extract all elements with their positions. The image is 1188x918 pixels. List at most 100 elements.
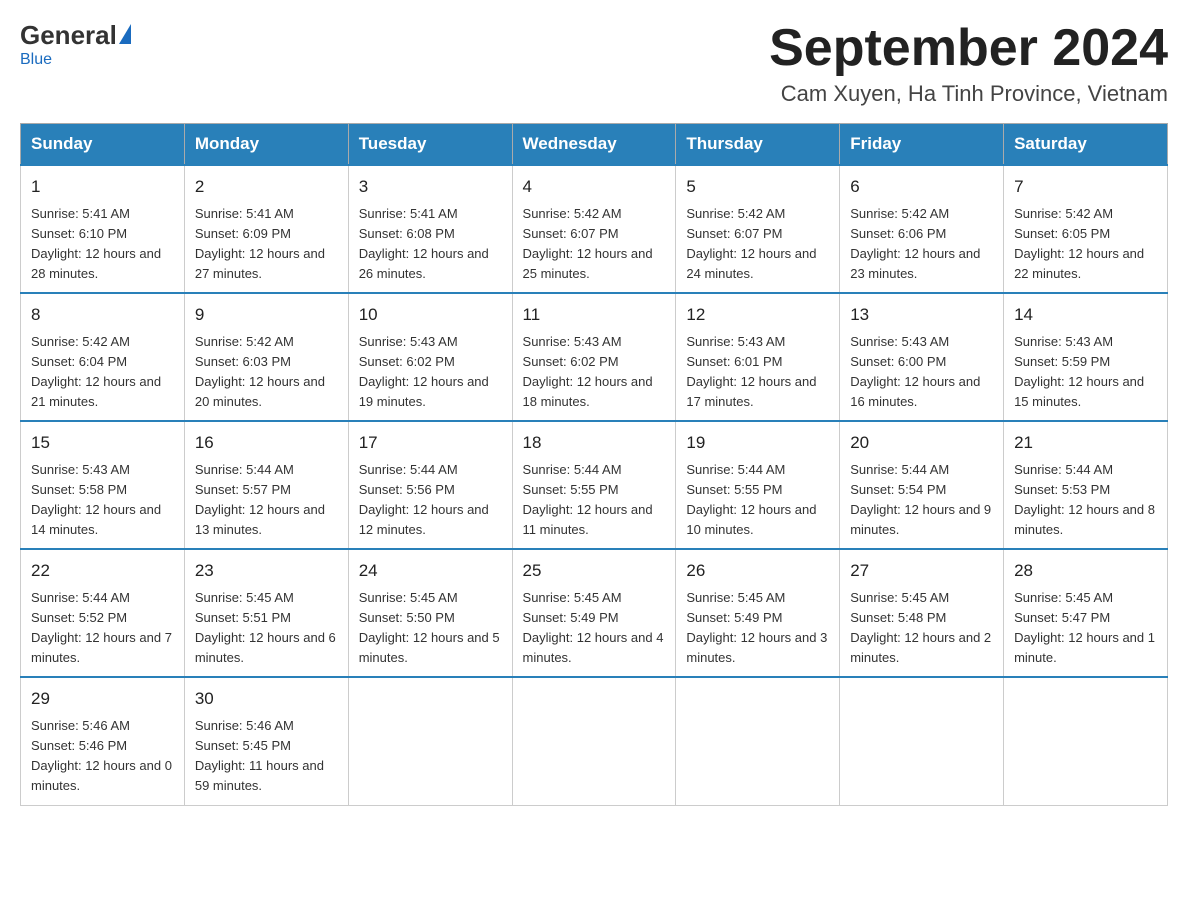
day-number: 5 [686, 174, 829, 200]
day-number: 20 [850, 430, 993, 456]
day-info: Sunrise: 5:41 AMSunset: 6:09 PMDaylight:… [195, 206, 325, 281]
calendar-cell: 25 Sunrise: 5:45 AMSunset: 5:49 PMDaylig… [512, 549, 676, 677]
day-info: Sunrise: 5:45 AMSunset: 5:48 PMDaylight:… [850, 590, 991, 665]
calendar-header-saturday: Saturday [1004, 124, 1168, 166]
day-info: Sunrise: 5:43 AMSunset: 6:02 PMDaylight:… [359, 334, 489, 409]
calendar-cell: 17 Sunrise: 5:44 AMSunset: 5:56 PMDaylig… [348, 421, 512, 549]
day-number: 21 [1014, 430, 1157, 456]
calendar-cell: 5 Sunrise: 5:42 AMSunset: 6:07 PMDayligh… [676, 165, 840, 293]
calendar-header-thursday: Thursday [676, 124, 840, 166]
month-title: September 2024 [769, 20, 1168, 77]
calendar-cell [348, 677, 512, 805]
day-number: 23 [195, 558, 338, 584]
header: General Blue September 2024 Cam Xuyen, H… [20, 20, 1168, 107]
day-number: 6 [850, 174, 993, 200]
day-info: Sunrise: 5:41 AMSunset: 6:10 PMDaylight:… [31, 206, 161, 281]
day-info: Sunrise: 5:44 AMSunset: 5:55 PMDaylight:… [523, 462, 653, 537]
day-number: 8 [31, 302, 174, 328]
calendar-cell: 28 Sunrise: 5:45 AMSunset: 5:47 PMDaylig… [1004, 549, 1168, 677]
logo-blue-text: Blue [20, 51, 52, 69]
calendar-header-row: SundayMondayTuesdayWednesdayThursdayFrid… [21, 124, 1168, 166]
day-info: Sunrise: 5:43 AMSunset: 6:01 PMDaylight:… [686, 334, 816, 409]
day-info: Sunrise: 5:42 AMSunset: 6:04 PMDaylight:… [31, 334, 161, 409]
calendar-cell: 21 Sunrise: 5:44 AMSunset: 5:53 PMDaylig… [1004, 421, 1168, 549]
day-number: 27 [850, 558, 993, 584]
day-number: 13 [850, 302, 993, 328]
calendar-cell: 24 Sunrise: 5:45 AMSunset: 5:50 PMDaylig… [348, 549, 512, 677]
calendar-header-wednesday: Wednesday [512, 124, 676, 166]
week-row-5: 29 Sunrise: 5:46 AMSunset: 5:46 PMDaylig… [21, 677, 1168, 805]
calendar-cell: 12 Sunrise: 5:43 AMSunset: 6:01 PMDaylig… [676, 293, 840, 421]
day-info: Sunrise: 5:44 AMSunset: 5:52 PMDaylight:… [31, 590, 172, 665]
day-number: 1 [31, 174, 174, 200]
day-number: 28 [1014, 558, 1157, 584]
week-row-3: 15 Sunrise: 5:43 AMSunset: 5:58 PMDaylig… [21, 421, 1168, 549]
day-number: 3 [359, 174, 502, 200]
day-info: Sunrise: 5:44 AMSunset: 5:55 PMDaylight:… [686, 462, 816, 537]
calendar-cell: 19 Sunrise: 5:44 AMSunset: 5:55 PMDaylig… [676, 421, 840, 549]
calendar-cell: 4 Sunrise: 5:42 AMSunset: 6:07 PMDayligh… [512, 165, 676, 293]
day-info: Sunrise: 5:42 AMSunset: 6:05 PMDaylight:… [1014, 206, 1144, 281]
day-number: 10 [359, 302, 502, 328]
day-info: Sunrise: 5:43 AMSunset: 5:58 PMDaylight:… [31, 462, 161, 537]
calendar-cell: 6 Sunrise: 5:42 AMSunset: 6:06 PMDayligh… [840, 165, 1004, 293]
day-number: 12 [686, 302, 829, 328]
day-number: 22 [31, 558, 174, 584]
calendar-header-monday: Monday [184, 124, 348, 166]
day-info: Sunrise: 5:45 AMSunset: 5:49 PMDaylight:… [686, 590, 827, 665]
day-number: 29 [31, 686, 174, 712]
day-number: 24 [359, 558, 502, 584]
calendar-header-tuesday: Tuesday [348, 124, 512, 166]
day-info: Sunrise: 5:42 AMSunset: 6:07 PMDaylight:… [686, 206, 816, 281]
calendar-cell: 9 Sunrise: 5:42 AMSunset: 6:03 PMDayligh… [184, 293, 348, 421]
day-info: Sunrise: 5:43 AMSunset: 6:00 PMDaylight:… [850, 334, 980, 409]
calendar-cell: 11 Sunrise: 5:43 AMSunset: 6:02 PMDaylig… [512, 293, 676, 421]
calendar-cell: 30 Sunrise: 5:46 AMSunset: 5:45 PMDaylig… [184, 677, 348, 805]
day-number: 11 [523, 302, 666, 328]
day-number: 17 [359, 430, 502, 456]
day-number: 14 [1014, 302, 1157, 328]
calendar-cell: 22 Sunrise: 5:44 AMSunset: 5:52 PMDaylig… [21, 549, 185, 677]
calendar-cell: 16 Sunrise: 5:44 AMSunset: 5:57 PMDaylig… [184, 421, 348, 549]
calendar-cell: 2 Sunrise: 5:41 AMSunset: 6:09 PMDayligh… [184, 165, 348, 293]
week-row-4: 22 Sunrise: 5:44 AMSunset: 5:52 PMDaylig… [21, 549, 1168, 677]
day-info: Sunrise: 5:42 AMSunset: 6:07 PMDaylight:… [523, 206, 653, 281]
calendar-cell: 27 Sunrise: 5:45 AMSunset: 5:48 PMDaylig… [840, 549, 1004, 677]
calendar-cell: 29 Sunrise: 5:46 AMSunset: 5:46 PMDaylig… [21, 677, 185, 805]
calendar-cell: 23 Sunrise: 5:45 AMSunset: 5:51 PMDaylig… [184, 549, 348, 677]
day-info: Sunrise: 5:45 AMSunset: 5:50 PMDaylight:… [359, 590, 500, 665]
calendar-cell: 18 Sunrise: 5:44 AMSunset: 5:55 PMDaylig… [512, 421, 676, 549]
calendar-cell [512, 677, 676, 805]
calendar-cell [840, 677, 1004, 805]
calendar-cell: 15 Sunrise: 5:43 AMSunset: 5:58 PMDaylig… [21, 421, 185, 549]
day-info: Sunrise: 5:43 AMSunset: 5:59 PMDaylight:… [1014, 334, 1144, 409]
calendar-table: SundayMondayTuesdayWednesdayThursdayFrid… [20, 123, 1168, 805]
logo: General Blue [20, 20, 131, 69]
day-info: Sunrise: 5:41 AMSunset: 6:08 PMDaylight:… [359, 206, 489, 281]
day-info: Sunrise: 5:43 AMSunset: 6:02 PMDaylight:… [523, 334, 653, 409]
week-row-1: 1 Sunrise: 5:41 AMSunset: 6:10 PMDayligh… [21, 165, 1168, 293]
day-info: Sunrise: 5:45 AMSunset: 5:47 PMDaylight:… [1014, 590, 1155, 665]
calendar-cell: 3 Sunrise: 5:41 AMSunset: 6:08 PMDayligh… [348, 165, 512, 293]
calendar-cell [1004, 677, 1168, 805]
calendar-cell: 14 Sunrise: 5:43 AMSunset: 5:59 PMDaylig… [1004, 293, 1168, 421]
day-number: 15 [31, 430, 174, 456]
calendar-cell: 20 Sunrise: 5:44 AMSunset: 5:54 PMDaylig… [840, 421, 1004, 549]
day-number: 16 [195, 430, 338, 456]
day-info: Sunrise: 5:42 AMSunset: 6:06 PMDaylight:… [850, 206, 980, 281]
day-number: 4 [523, 174, 666, 200]
location-title: Cam Xuyen, Ha Tinh Province, Vietnam [769, 81, 1168, 107]
day-info: Sunrise: 5:46 AMSunset: 5:46 PMDaylight:… [31, 718, 172, 793]
day-number: 18 [523, 430, 666, 456]
logo-general-text: General [20, 20, 117, 51]
calendar-header-sunday: Sunday [21, 124, 185, 166]
calendar-header-friday: Friday [840, 124, 1004, 166]
day-number: 7 [1014, 174, 1157, 200]
day-info: Sunrise: 5:44 AMSunset: 5:54 PMDaylight:… [850, 462, 991, 537]
day-number: 25 [523, 558, 666, 584]
day-number: 9 [195, 302, 338, 328]
day-info: Sunrise: 5:44 AMSunset: 5:57 PMDaylight:… [195, 462, 325, 537]
title-area: September 2024 Cam Xuyen, Ha Tinh Provin… [769, 20, 1168, 107]
day-info: Sunrise: 5:44 AMSunset: 5:53 PMDaylight:… [1014, 462, 1155, 537]
day-info: Sunrise: 5:42 AMSunset: 6:03 PMDaylight:… [195, 334, 325, 409]
